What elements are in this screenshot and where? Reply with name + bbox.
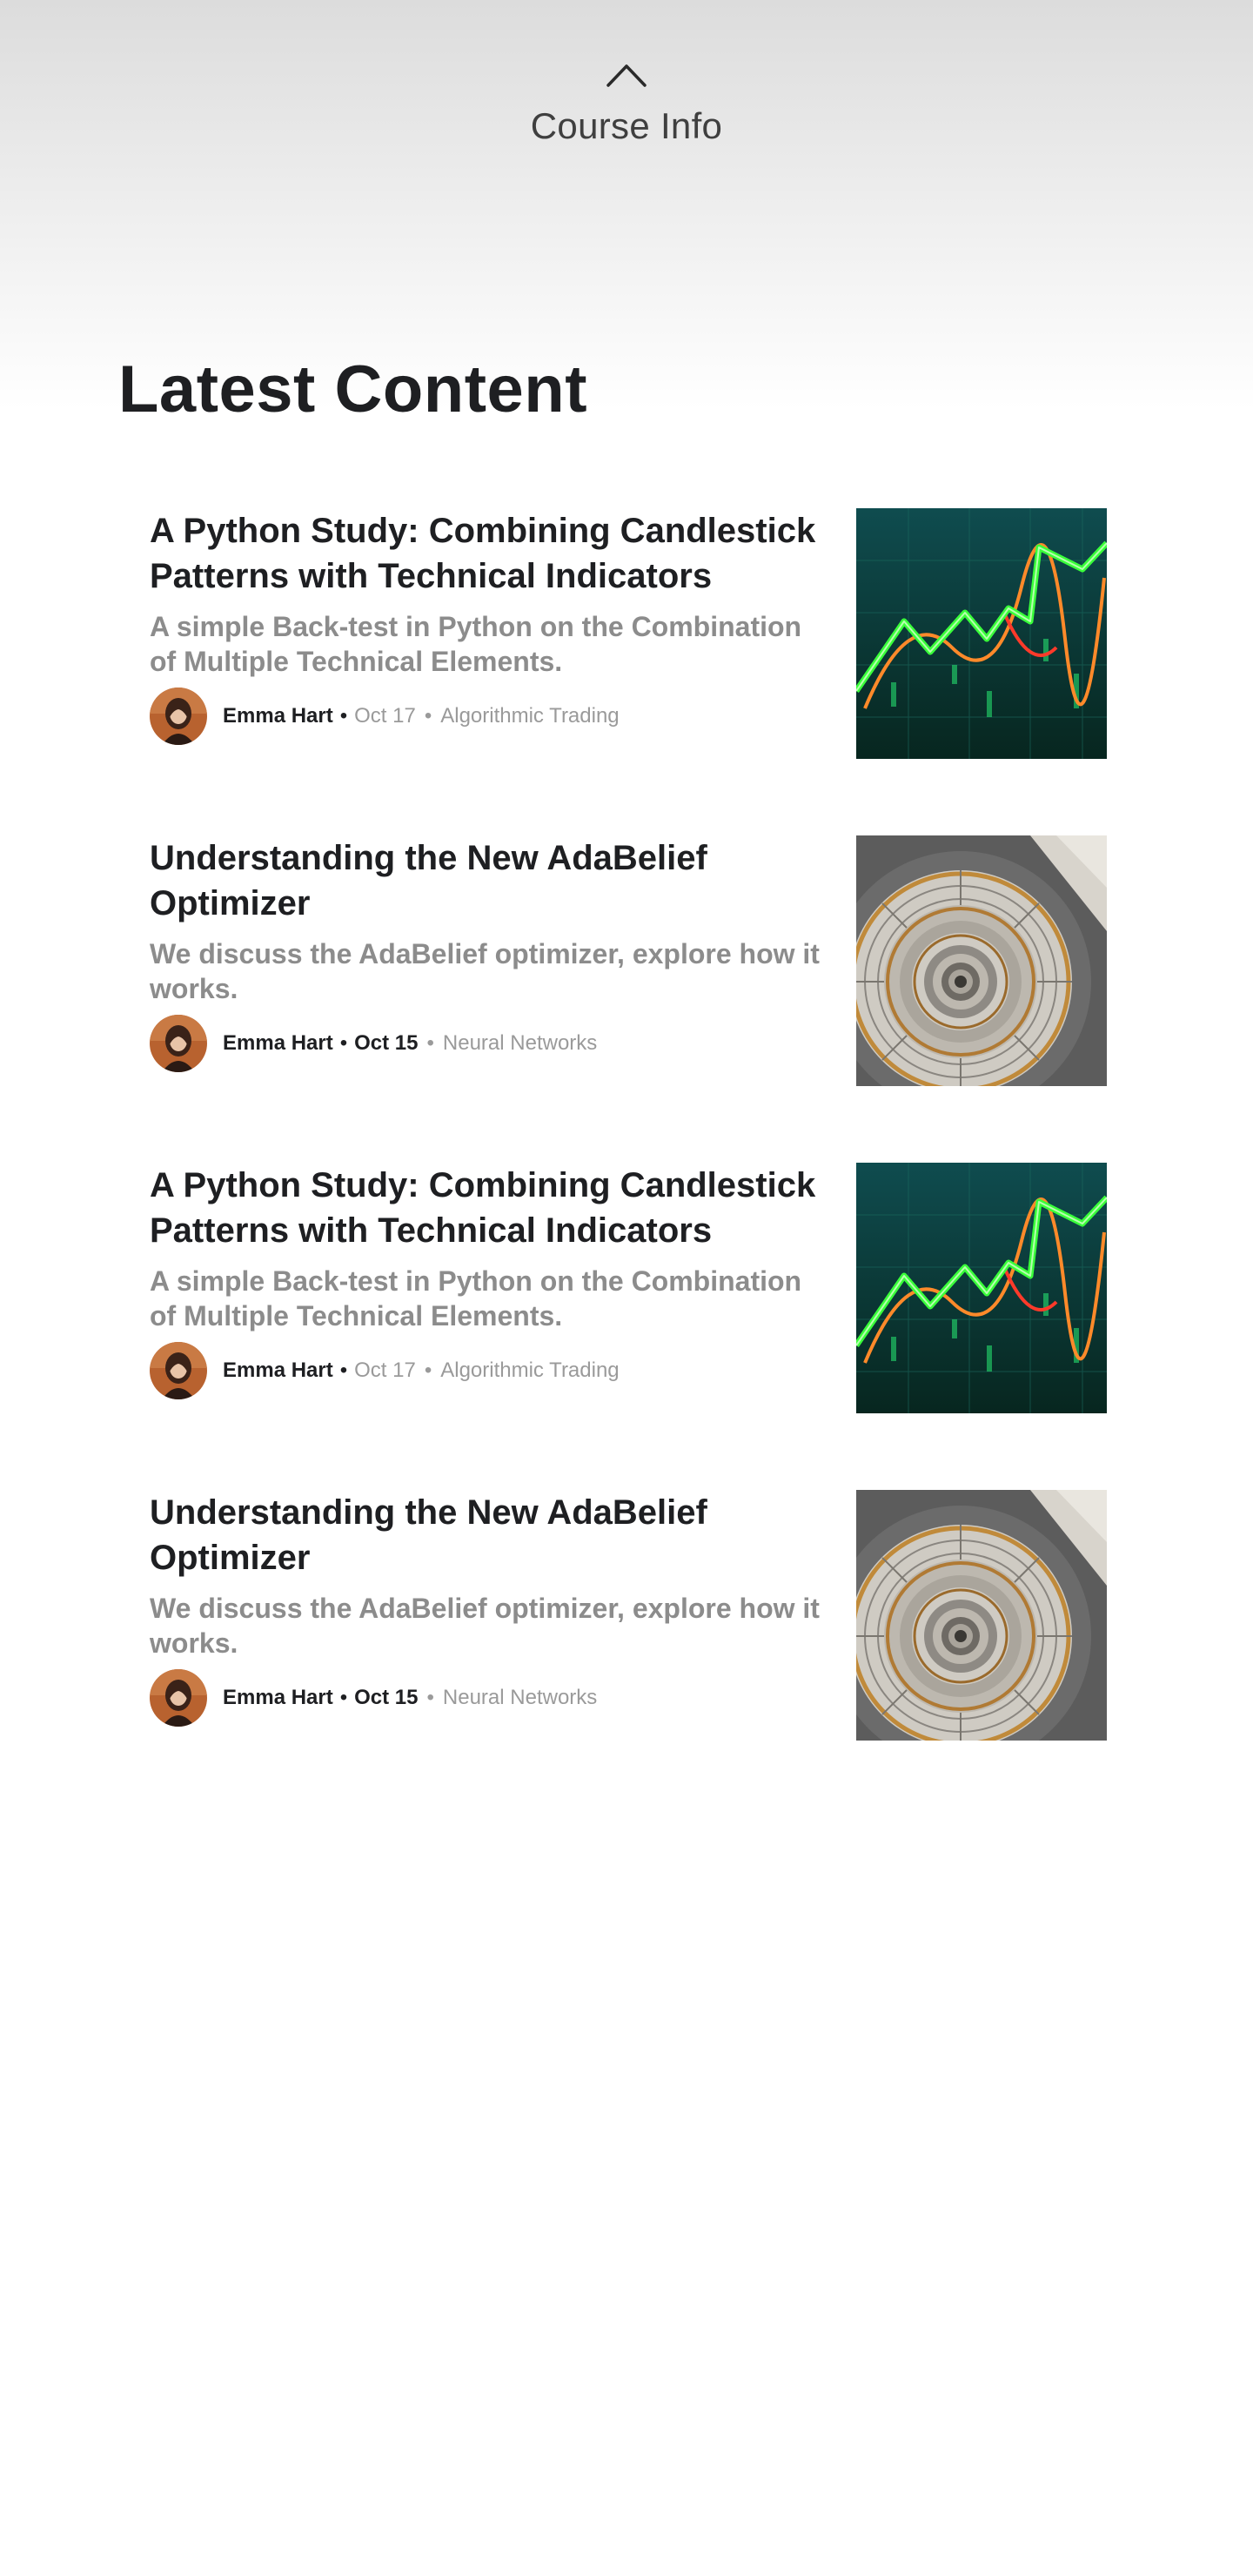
article-text: A Python Study: Combining Candlestick Pa… bbox=[150, 508, 828, 745]
article-meta: Emma Hart • Oct 15 • Neural Networks bbox=[150, 1015, 828, 1072]
article-card[interactable]: Understanding the New AdaBelief Optimize… bbox=[150, 1490, 1107, 1741]
author-avatar[interactable] bbox=[150, 1015, 207, 1072]
separator: • bbox=[339, 704, 348, 728]
chevron-up-icon[interactable] bbox=[605, 61, 648, 89]
article-text: Understanding the New AdaBelief Optimize… bbox=[150, 1490, 828, 1727]
article-card[interactable]: A Python Study: Combining Candlestick Pa… bbox=[150, 508, 1107, 759]
course-info-label[interactable]: Course Info bbox=[0, 105, 1253, 147]
spiral-staircase-thumbnail[interactable] bbox=[856, 835, 1107, 1086]
article-text: Understanding the New AdaBelief Optimize… bbox=[150, 835, 828, 1072]
article-subtitle: A simple Back-test in Python on the Comb… bbox=[150, 1265, 802, 1332]
article-text: A Python Study: Combining Candlestick Pa… bbox=[150, 1163, 828, 1399]
course-info-toggle[interactable]: Course Info bbox=[0, 61, 1253, 147]
stock-chart-thumbnail[interactable] bbox=[856, 1163, 1107, 1413]
separator: • bbox=[339, 1686, 348, 1709]
publish-date: Oct 17 bbox=[354, 1358, 416, 1382]
category-link[interactable]: Neural Networks bbox=[443, 1031, 597, 1056]
article-card[interactable]: A Python Study: Combining Candlestick Pa… bbox=[150, 1163, 1107, 1413]
author-avatar[interactable] bbox=[150, 1669, 207, 1727]
category-link[interactable]: Algorithmic Trading bbox=[440, 704, 619, 728]
separator: • bbox=[339, 1358, 348, 1382]
article-title[interactable]: Understanding the New AdaBelief Optimize… bbox=[150, 835, 828, 926]
article-meta: Emma Hart • Oct 17 • Algorithmic Trading bbox=[150, 1342, 828, 1399]
stock-chart-thumbnail[interactable] bbox=[856, 508, 1107, 759]
article-meta: Emma Hart • Oct 17 • Algorithmic Trading bbox=[150, 688, 828, 745]
article-list: A Python Study: Combining Candlestick Pa… bbox=[150, 508, 1107, 1817]
article-subtitle: We discuss the AdaBelief optimizer, expl… bbox=[150, 1593, 820, 1659]
category-link[interactable]: Neural Networks bbox=[443, 1686, 597, 1710]
author-name[interactable]: Emma Hart bbox=[223, 1686, 333, 1710]
author-name[interactable]: Emma Hart bbox=[223, 1358, 333, 1383]
category-link[interactable]: Algorithmic Trading bbox=[440, 1358, 619, 1383]
author-avatar[interactable] bbox=[150, 1342, 207, 1399]
article-title[interactable]: A Python Study: Combining Candlestick Pa… bbox=[150, 508, 828, 599]
author-avatar[interactable] bbox=[150, 688, 207, 745]
article-card[interactable]: Understanding the New AdaBelief Optimize… bbox=[150, 835, 1107, 1086]
article-title[interactable]: A Python Study: Combining Candlestick Pa… bbox=[150, 1163, 828, 1253]
separator: • bbox=[426, 1686, 434, 1709]
author-name[interactable]: Emma Hart bbox=[223, 1031, 333, 1056]
separator: • bbox=[424, 704, 432, 728]
author-name[interactable]: Emma Hart bbox=[223, 704, 333, 728]
publish-date: Oct 15 bbox=[354, 1031, 419, 1055]
section-title: Latest Content bbox=[118, 352, 587, 426]
publish-date: Oct 17 bbox=[354, 704, 416, 728]
article-subtitle: We discuss the AdaBelief optimizer, expl… bbox=[150, 938, 820, 1004]
article-subtitle: A simple Back-test in Python on the Comb… bbox=[150, 611, 802, 677]
article-meta: Emma Hart • Oct 15 • Neural Networks bbox=[150, 1669, 828, 1727]
article-title[interactable]: Understanding the New AdaBelief Optimize… bbox=[150, 1490, 828, 1580]
publish-date: Oct 15 bbox=[354, 1686, 419, 1709]
separator: • bbox=[426, 1031, 434, 1055]
separator: • bbox=[339, 1031, 348, 1055]
separator: • bbox=[424, 1358, 432, 1382]
spiral-staircase-thumbnail[interactable] bbox=[856, 1490, 1107, 1741]
